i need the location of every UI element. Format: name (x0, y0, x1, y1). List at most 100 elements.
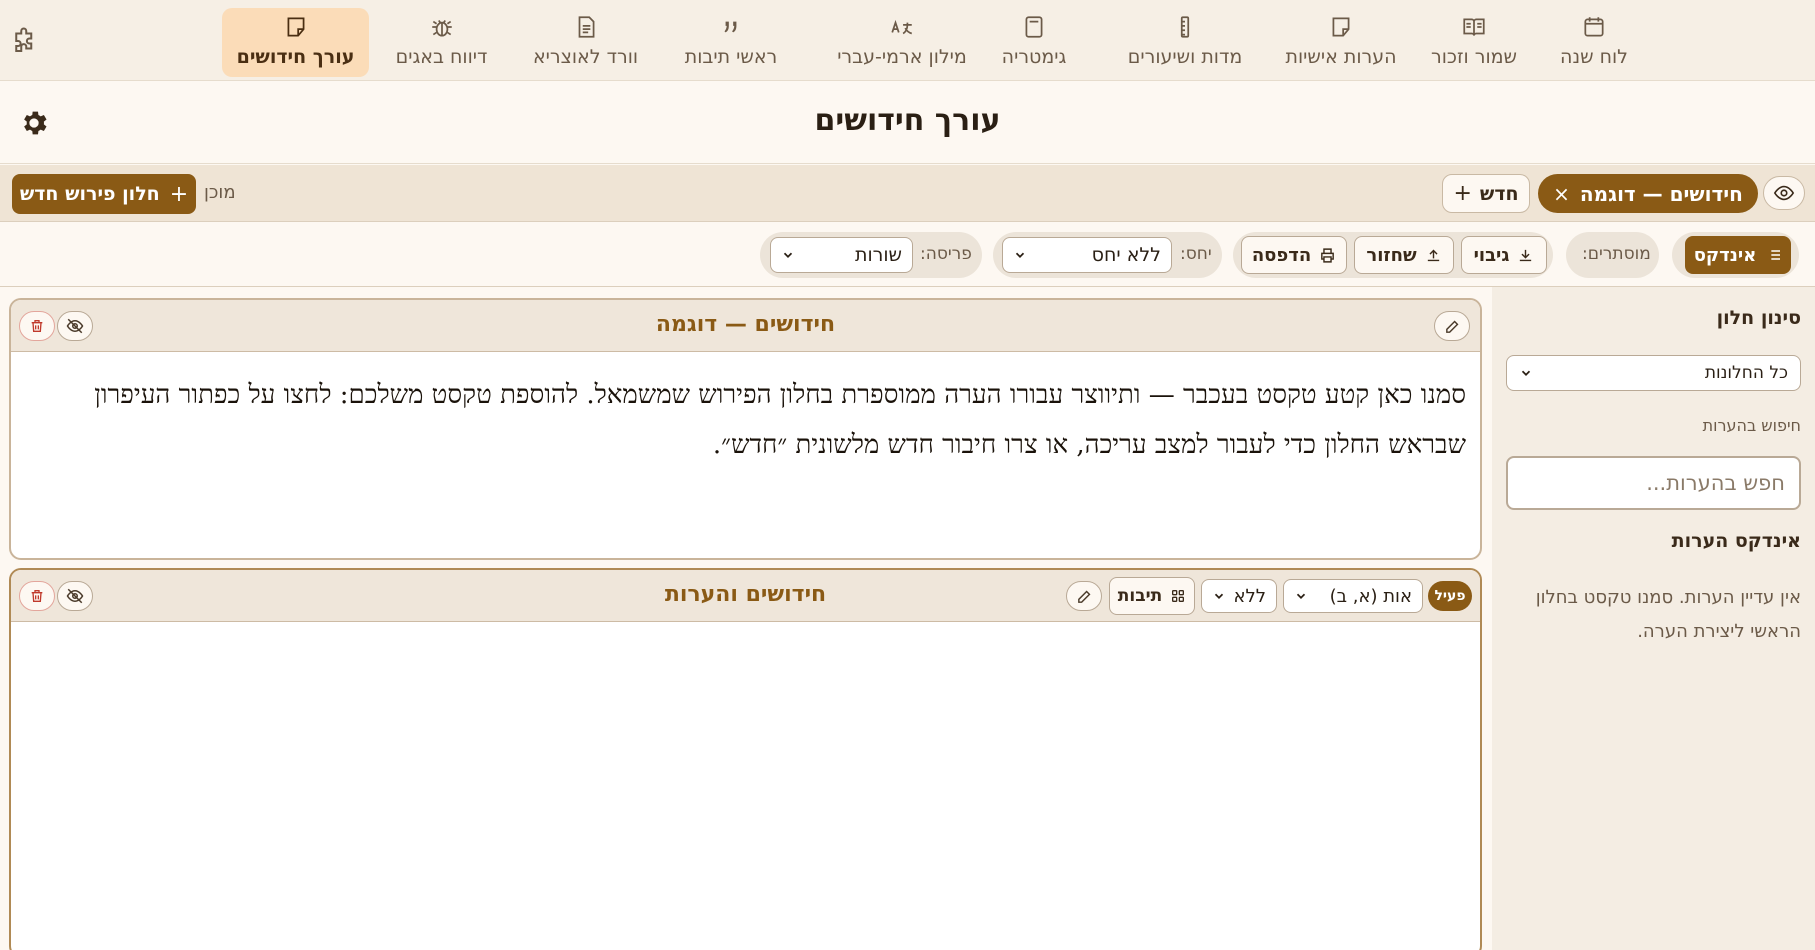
edit-button[interactable] (1434, 311, 1470, 341)
nav-item-shamor-vezachor[interactable]: שמור וזכור (1430, 8, 1518, 77)
index-group: אינדקס (1672, 232, 1799, 278)
toggle-visibility-button[interactable] (1763, 176, 1805, 210)
nav-item-label: עורך חידושים (236, 46, 355, 68)
nav-item-label: מילון ארמי-עברי (837, 46, 967, 68)
restore-label: שחזור (1366, 244, 1417, 266)
nav-item-label: לוח שנה (1560, 46, 1628, 68)
layout-label: פריסה: (920, 244, 972, 264)
printer-icon (1321, 247, 1335, 263)
new-commentary-window-label: חלון פירוש חדש (19, 183, 160, 205)
ruler-icon (1180, 16, 1190, 38)
nav-item-label: וורד לאוצריא (532, 46, 639, 68)
empty-notes-text: אין עדיין הערות. סמנו טקסט בחלון הראשי ל… (1535, 587, 1801, 642)
delete-notes-panel-button[interactable] (19, 581, 55, 611)
nav-item-calendar[interactable]: לוח שנה (1560, 8, 1628, 77)
calendar-icon (1584, 17, 1604, 37)
main-panel-title: חידושים — דוגמה (655, 312, 836, 337)
chevron-down-icon (1015, 252, 1025, 258)
layout-select[interactable]: שורות (770, 237, 913, 273)
pencil-icon (1077, 590, 1090, 603)
list-icon (1768, 250, 1781, 260)
tab-novellae-example[interactable]: חידושים — דוגמה × (1538, 174, 1758, 213)
search-notes-input[interactable] (1506, 456, 1801, 510)
gear-icon[interactable] (18, 107, 50, 139)
search-notes-label: חיפוש בהערות (1702, 416, 1801, 435)
nav-item-word-to-otzaria[interactable]: וורד לאוצריא (528, 8, 643, 77)
new-tab-button[interactable]: חדש + (1442, 174, 1530, 213)
print-button[interactable]: הדפסה (1241, 236, 1347, 274)
chevron-down-icon (1296, 593, 1306, 599)
file-actions-group: גיבוי שחזור הדפסה (1233, 232, 1553, 278)
hide-panel-button[interactable] (57, 311, 93, 341)
layout-value: שורות (854, 244, 902, 266)
grid-icon (1172, 590, 1185, 602)
calculator-icon (1025, 16, 1043, 38)
document-icon (578, 16, 594, 38)
edit-notes-button[interactable] (1066, 581, 1102, 611)
eye-icon (1773, 185, 1795, 201)
main-text-panel: חידושים — דוגמה סמנו כאן קטע טקסט בעכבר … (9, 298, 1482, 560)
nav-item-novellae-editor[interactable]: עורך חידושים (222, 8, 369, 77)
backup-label: גיבוי (1473, 244, 1510, 266)
page-header: עורך חידושים (0, 81, 1815, 164)
note-icon (287, 17, 304, 37)
index-button[interactable]: אינדקס (1685, 236, 1791, 274)
nav-item-personal-notes[interactable]: הערות אישיות (1268, 8, 1414, 77)
format-value: ללא (1233, 585, 1267, 607)
print-label: הדפסה (1251, 244, 1312, 266)
words-button[interactable]: תיבות (1109, 577, 1195, 615)
plus-icon: + (1453, 181, 1472, 206)
hide-notes-panel-button[interactable] (57, 581, 93, 611)
quote-icon (724, 21, 737, 33)
nav-item-label: דיווח באגים (395, 46, 488, 68)
status-text: מוכן (204, 182, 236, 203)
page-title: עורך חידושים (814, 103, 1001, 138)
nav-item-label: הערות אישיות (1285, 46, 1397, 68)
numbering-select[interactable]: אות (א, ב) (1283, 579, 1423, 613)
nav-item-label: מדות ושיעורים (1127, 46, 1243, 68)
nav-item-gematria[interactable]: גימטריה (998, 8, 1070, 77)
nav-item-label: שמור וזכור (1431, 46, 1518, 68)
upload-icon (1427, 249, 1439, 261)
layout-group: פריסה: שורות (760, 232, 982, 278)
chevron-down-icon (783, 252, 793, 258)
relation-value: ללא יחס (1091, 244, 1161, 266)
trash-icon (31, 320, 43, 332)
backup-button[interactable]: גיבוי (1461, 236, 1547, 274)
download-icon (1520, 249, 1532, 261)
plus-icon: + (169, 181, 189, 207)
nav-item-label: ראשי תיבות (684, 46, 778, 68)
tab-bar: חידושים — דוגמה × חדש + + חלון פירוש חדש… (0, 165, 1815, 222)
close-icon[interactable]: × (1553, 182, 1570, 206)
format-select[interactable]: ללא (1201, 579, 1277, 613)
relation-select[interactable]: ללא יחס (1002, 237, 1172, 273)
hidden-label: מוסתרים: (1582, 244, 1651, 264)
notes-index-heading: אינדקס הערות (1671, 530, 1801, 552)
index-label: אינדקס (1693, 244, 1757, 266)
words-label: תיבות (1117, 586, 1163, 606)
window-filter-select[interactable]: כל החלונות (1506, 355, 1801, 391)
tab-label: חידושים — דוגמה (1579, 181, 1743, 206)
trash-icon (31, 590, 43, 602)
nav-item-abbreviations[interactable]: ראשי תיבות (677, 8, 785, 77)
window-filter-value: כל החלונות (1704, 363, 1788, 383)
nav-item-measures[interactable]: מדות ושיעורים (1108, 8, 1262, 77)
nav-item-bug-report[interactable]: דיווח באגים (384, 8, 499, 77)
translate-icon (891, 19, 913, 35)
nav-item-aramaic-dictionary[interactable]: מילון ארמי-עברי (822, 8, 982, 77)
hidden-group[interactable]: מוסתרים: (1566, 232, 1659, 278)
restore-button[interactable]: שחזור (1354, 236, 1454, 274)
new-tab-label: חדש (1479, 182, 1519, 205)
delete-panel-button[interactable] (19, 311, 55, 341)
puzzle-icon[interactable] (10, 26, 40, 56)
main-panel-text[interactable]: סמנו כאן קטע טקסט בעכבר — ותיווצר עבורו … (71, 370, 1466, 470)
relation-label: יחס: (1180, 244, 1212, 264)
chevron-down-icon (1521, 370, 1531, 376)
toolbar: אינדקס מוסתרים: גיבוי שחזור הדפסה יחס: ל… (0, 222, 1815, 287)
eye-off-icon (66, 318, 84, 334)
new-commentary-window-button[interactable]: + חלון פירוש חדש (12, 174, 196, 214)
active-badge: פעיל (1428, 581, 1472, 611)
chevron-down-icon (1214, 593, 1224, 599)
nav-item-label: גימטריה (1001, 46, 1067, 68)
relation-group: יחס: ללא יחס (993, 232, 1222, 278)
